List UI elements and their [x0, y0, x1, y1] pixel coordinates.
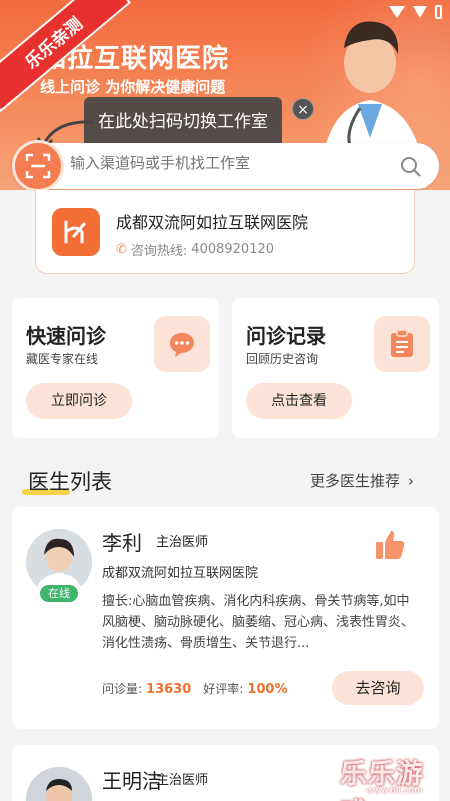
clipboard-icon: [374, 316, 430, 372]
status-bar: [389, 5, 442, 19]
consult-history-card[interactable]: 问诊记录 回顾历史咨询 点击查看: [232, 298, 439, 438]
wifi-icon: [413, 6, 427, 18]
scan-tooltip: 在此处扫码切换工作室: [84, 97, 282, 147]
quick-consult-card[interactable]: 快速问诊 藏医专家在线 立即问诊: [12, 298, 219, 438]
more-doctors-label: 更多医生推荐: [310, 472, 401, 490]
doctor-hospital: 成都双流阿如拉互联网医院: [102, 566, 259, 581]
chevron-right-icon: ›: [408, 472, 415, 490]
hospital-logo-icon: [52, 208, 100, 256]
battery-icon: [435, 5, 442, 19]
rating-value: 100%: [247, 682, 288, 697]
start-consult-button[interactable]: 立即问诊: [26, 383, 132, 419]
rating-label: 好评率:: [203, 682, 244, 696]
consult-count-label: 问诊量:: [102, 682, 143, 696]
signal-icon: [389, 6, 405, 18]
doctor-description: 擅长:心脑血管疾病、消化内科疾病、骨关节病等,如中风脑梗、脑动脉硬化、脑萎缩、冠…: [102, 594, 415, 651]
more-doctors-link[interactable]: 更多医生推荐 ›: [310, 470, 414, 491]
chat-icon: [154, 316, 210, 372]
scan-button[interactable]: [12, 140, 64, 192]
quick-consult-title: 快速问诊: [26, 324, 106, 348]
hotline[interactable]: ✆ 咨询热线: 4008920120: [116, 240, 274, 259]
consult-history-title: 问诊记录: [246, 324, 326, 348]
search-input[interactable]: [70, 154, 380, 172]
consult-count: 13630: [146, 682, 192, 697]
doctor-stats: 问诊量: 13630 好评率: 100%: [102, 680, 300, 697]
doctor-list-title: 医生列表: [28, 470, 112, 494]
tooltip-close-icon[interactable]: ×: [292, 98, 314, 120]
doctor-title: 主治医师: [156, 773, 209, 788]
hospital-name: 成都双流阿如拉互联网医院: [116, 213, 309, 232]
doctor-name: 李利: [102, 531, 142, 555]
doctor-name: 王明洁: [102, 769, 162, 793]
thumbs-up-icon[interactable]: [372, 527, 408, 563]
consult-history-subtitle: 回顾历史咨询: [246, 352, 319, 366]
hotline-number: 4008920120: [191, 242, 275, 257]
online-badge: 在线: [40, 585, 78, 602]
watermark-url: www.6ll.com: [366, 786, 423, 796]
banner-subtitle: 线上问诊 为你解决健康问题: [40, 78, 226, 96]
search-icon[interactable]: [400, 156, 422, 178]
doctor-card[interactable]: 在线 李利 主治医师 成都双流阿如拉互联网医院 擅长:心脑血管疾病、消化内科疾病…: [12, 507, 439, 729]
consult-button[interactable]: 去咨询: [332, 671, 424, 705]
view-history-button[interactable]: 点击查看: [246, 383, 352, 419]
avatar: [26, 767, 92, 801]
doctor-title: 主治医师: [156, 535, 209, 550]
scan-icon: [25, 153, 51, 179]
hotline-label: 咨询热线:: [130, 244, 188, 259]
quick-consult-subtitle: 藏医专家在线: [26, 352, 99, 366]
phone-icon: ✆: [116, 242, 127, 257]
